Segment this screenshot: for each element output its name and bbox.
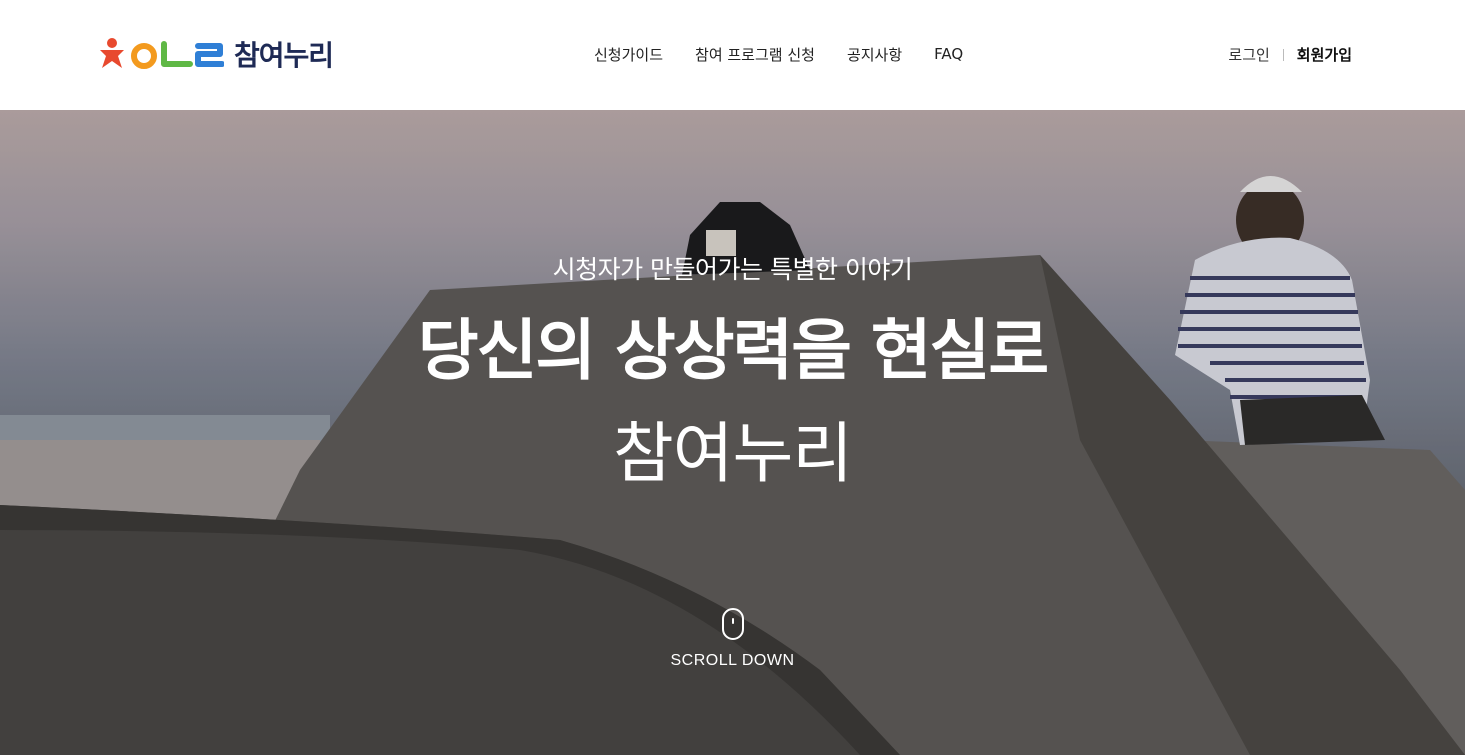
scroll-down-button[interactable]: SCROLL DOWN bbox=[0, 608, 1465, 670]
hero-subtitle: 시청자가 만들어가는 특별한 이야기 bbox=[552, 255, 913, 284]
nav-item-notice[interactable]: 공지사항 bbox=[847, 46, 902, 64]
hero-brand: 참여누리 bbox=[613, 415, 853, 492]
divider bbox=[1282, 48, 1284, 61]
login-link[interactable]: 로그인 bbox=[1228, 44, 1269, 65]
hero-title: 당신의 상상력을 현실로 bbox=[417, 312, 1049, 389]
hero-section: 시청자가 만들어가는 특별한 이야기 당신의 상상력을 현실로 참여누리 SCR… bbox=[0, 110, 1465, 755]
nav-item-faq[interactable]: FAQ bbox=[934, 45, 963, 63]
site-header: 참여누리 신청가이드 참여 프로그램 신청 공지사항 FAQ 로그인 회원가입 bbox=[0, 0, 1465, 110]
scroll-down-label: SCROLL DOWN bbox=[670, 652, 795, 669]
signup-link[interactable]: 회원가입 bbox=[1297, 44, 1352, 65]
logo-text: 참여누리 bbox=[234, 39, 334, 72]
olleh-logo-icon bbox=[100, 38, 224, 69]
main-nav: 신청가이드 참여 프로그램 신청 공지사항 FAQ bbox=[594, 44, 963, 65]
mouse-icon bbox=[721, 608, 744, 640]
nav-item-program-apply[interactable]: 참여 프로그램 신청 bbox=[695, 46, 815, 64]
user-menu: 로그인 회원가입 bbox=[1228, 44, 1352, 65]
site-logo[interactable]: 참여누리 bbox=[98, 36, 334, 72]
nav-item-guide[interactable]: 신청가이드 bbox=[594, 46, 663, 64]
